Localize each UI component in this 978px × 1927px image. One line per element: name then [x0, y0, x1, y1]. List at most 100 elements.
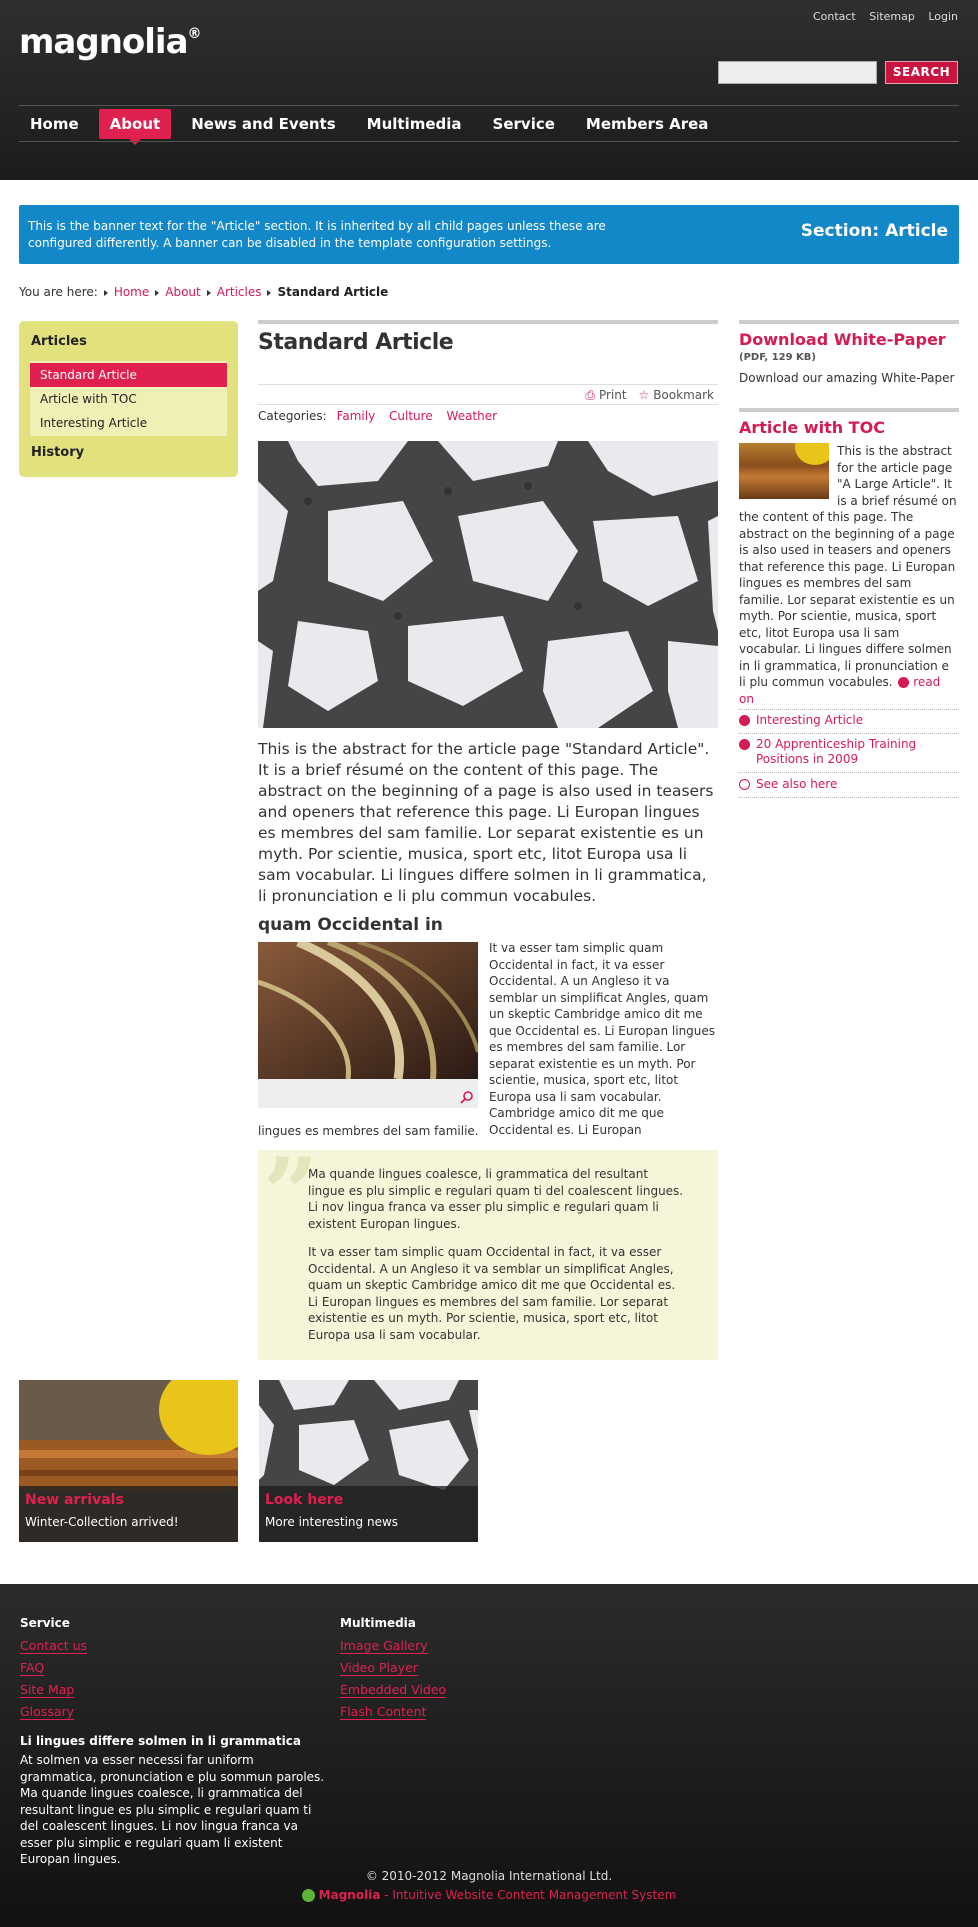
teaser-new-arrivals[interactable]: New arrivals Winter-Collection arrived! — [19, 1380, 238, 1542]
arrow-circle-icon — [739, 739, 750, 750]
breadcrumb-arrow-icon — [103, 289, 108, 296]
see-also-link[interactable]: See also here — [739, 774, 959, 798]
categories-divider — [258, 404, 718, 405]
footer-link-embedded-video[interactable]: Embedded Video — [340, 1682, 447, 1698]
related-link-interesting-article[interactable]: Interesting Article — [739, 709, 959, 734]
site-header: magnolia® Contact Sitemap Login SEARCH H… — [0, 0, 978, 180]
category-weather[interactable]: Weather — [447, 409, 498, 423]
teaser-text: Winter-Collection arrived! — [25, 1515, 179, 1529]
banner-title: Section: Article — [800, 221, 948, 241]
breadcrumb-current: Standard Article — [277, 285, 389, 299]
search-button[interactable]: SEARCH — [885, 61, 958, 84]
breadcrumb-arrow-icon — [267, 289, 272, 296]
footer-link-site-map[interactable]: Site Map — [20, 1682, 75, 1698]
toc-teaser-text: This is the abstract for the article pag… — [739, 443, 959, 707]
hero-image — [258, 441, 718, 728]
related-link-apprenticeship[interactable]: 20 Apprenticeship Training Positions in … — [739, 734, 959, 773]
teaser-caption: Look here More interesting news — [259, 1486, 478, 1542]
footer-link-image-gallery[interactable]: Image Gallery — [340, 1638, 428, 1654]
teaser-text: More interesting news — [265, 1515, 399, 1529]
footer-service-heading: Service — [20, 1616, 70, 1630]
footer-link-glossary[interactable]: Glossary — [20, 1704, 75, 1720]
quote-paragraph: Ma quande lingues coalesce, li grammatic… — [308, 1167, 684, 1231]
nav-about[interactable]: About — [98, 109, 172, 145]
teaser-title[interactable]: New arrivals — [25, 1492, 124, 1508]
article-abstract: This is the abstract for the article pag… — [258, 740, 714, 905]
breadcrumb-articles[interactable]: Articles — [217, 285, 262, 299]
contact-link[interactable]: Contact — [813, 10, 856, 23]
read-on-icon[interactable] — [898, 677, 910, 688]
sitemap-link[interactable]: Sitemap — [869, 10, 915, 23]
footer-tagline[interactable]: Magnolia - Intuitive Website Content Man… — [0, 1888, 978, 1902]
see-also-icon — [739, 779, 750, 790]
login-link[interactable]: Login — [928, 10, 958, 23]
breadcrumb-label: You are here: — [19, 285, 98, 299]
right-divider — [739, 408, 959, 412]
article-body-text-tail: lingues es membres del sam familie. — [258, 1124, 479, 1138]
arrow-circle-icon — [739, 715, 750, 726]
page-title: Standard Article — [258, 330, 454, 355]
nav-members-area[interactable]: Members Area — [575, 109, 720, 139]
category-culture[interactable]: Culture — [389, 409, 433, 423]
zoom-icon[interactable] — [460, 1090, 474, 1104]
toc-teaser-image[interactable] — [739, 443, 829, 499]
section-banner: This is the banner text for the "Article… — [19, 205, 959, 264]
section-heading: quam Occidental in — [258, 915, 443, 935]
right-divider — [739, 320, 959, 324]
print-icon[interactable]: ⎙ — [585, 388, 595, 402]
category-family[interactable]: Family — [337, 409, 376, 423]
nav-service[interactable]: Service — [482, 109, 566, 139]
breadcrumb-arrow-icon — [206, 289, 211, 296]
article-body-text: It va esser tam simplic quam Occidental … — [489, 941, 716, 1137]
utility-nav: Contact Sitemap Login — [803, 10, 958, 23]
footer-about-heading: Li lingues differe solmen in li grammati… — [20, 1734, 301, 1748]
magnolia-leaf-icon — [301, 1889, 315, 1902]
categories-label: Categories: — [258, 409, 327, 423]
print-link[interactable]: Print — [599, 388, 627, 402]
search-input[interactable] — [718, 61, 877, 84]
inline-image-box[interactable] — [258, 942, 478, 1108]
breadcrumb-arrow-icon — [155, 289, 160, 296]
nav-divider-top — [19, 105, 959, 106]
footer-link-contact-us[interactable]: Contact us — [20, 1638, 88, 1654]
article-tools: ⎙ Print ☆ Bookmark — [581, 388, 714, 403]
whitepaper-meta: (PDF, 129 KB) — [739, 352, 817, 363]
blockquote: ” Ma quande lingues coalesce, li grammat… — [258, 1146, 718, 1360]
footer-link-faq[interactable]: FAQ — [20, 1660, 45, 1676]
banner-text: This is the banner text for the "Article… — [28, 219, 606, 250]
whitepaper-description: Download our amazing White-Paper — [739, 371, 955, 385]
inline-image[interactable] — [258, 942, 478, 1079]
quote-paragraph: It va esser tam simplic quam Occidental … — [308, 1245, 676, 1342]
whitepaper-link[interactable]: Download White-Paper — [739, 330, 946, 349]
section-nav: Articles Standard Article Article with T… — [19, 321, 238, 477]
section-nav-interesting-article[interactable]: Interesting Article — [30, 411, 227, 435]
breadcrumb-about[interactable]: About — [165, 285, 200, 299]
teaser-caption: New arrivals Winter-Collection arrived! — [19, 1486, 238, 1542]
footer-multimedia-heading: Multimedia — [340, 1616, 416, 1630]
section-nav-article-with-toc[interactable]: Article with TOC — [30, 387, 227, 411]
toc-teaser-title[interactable]: Article with TOC — [739, 418, 885, 437]
breadcrumb-home[interactable]: Home — [114, 285, 149, 299]
nav-divider-bottom — [19, 141, 959, 142]
main-divider — [258, 320, 718, 324]
bookmark-link[interactable]: Bookmark — [653, 388, 714, 402]
section-nav-articles[interactable]: Articles — [31, 334, 87, 349]
nav-home[interactable]: Home — [19, 109, 90, 139]
site-logo[interactable]: magnolia® — [19, 22, 202, 62]
footer-link-video-player[interactable]: Video Player — [340, 1660, 418, 1676]
bookmark-icon[interactable]: ☆ — [638, 388, 649, 402]
footer-about-text: At solmen va esser necessi far uniform g… — [20, 1753, 325, 1866]
nav-news-and-events[interactable]: News and Events — [180, 109, 346, 139]
footer-link-flash-content[interactable]: Flash Content — [340, 1704, 427, 1720]
section-nav-subitems: Standard Article Article with TOC Intere… — [30, 361, 227, 436]
teaser-title[interactable]: Look here — [265, 1492, 343, 1508]
section-nav-history[interactable]: History — [31, 445, 84, 460]
teaser-look-here[interactable]: Look here More interesting news — [259, 1380, 478, 1542]
title-divider — [258, 384, 718, 385]
section-nav-standard-article[interactable]: Standard Article — [30, 363, 227, 387]
nav-multimedia[interactable]: Multimedia — [356, 109, 473, 139]
categories: Categories: Family Culture Weather — [258, 409, 497, 423]
site-footer: Service Contact us FAQ Site Map Glossary… — [0, 1584, 978, 1927]
copyright: © 2010-2012 Magnolia International Ltd. — [365, 1869, 613, 1883]
breadcrumb: You are here: Home About Articles Standard A… — [19, 285, 388, 299]
